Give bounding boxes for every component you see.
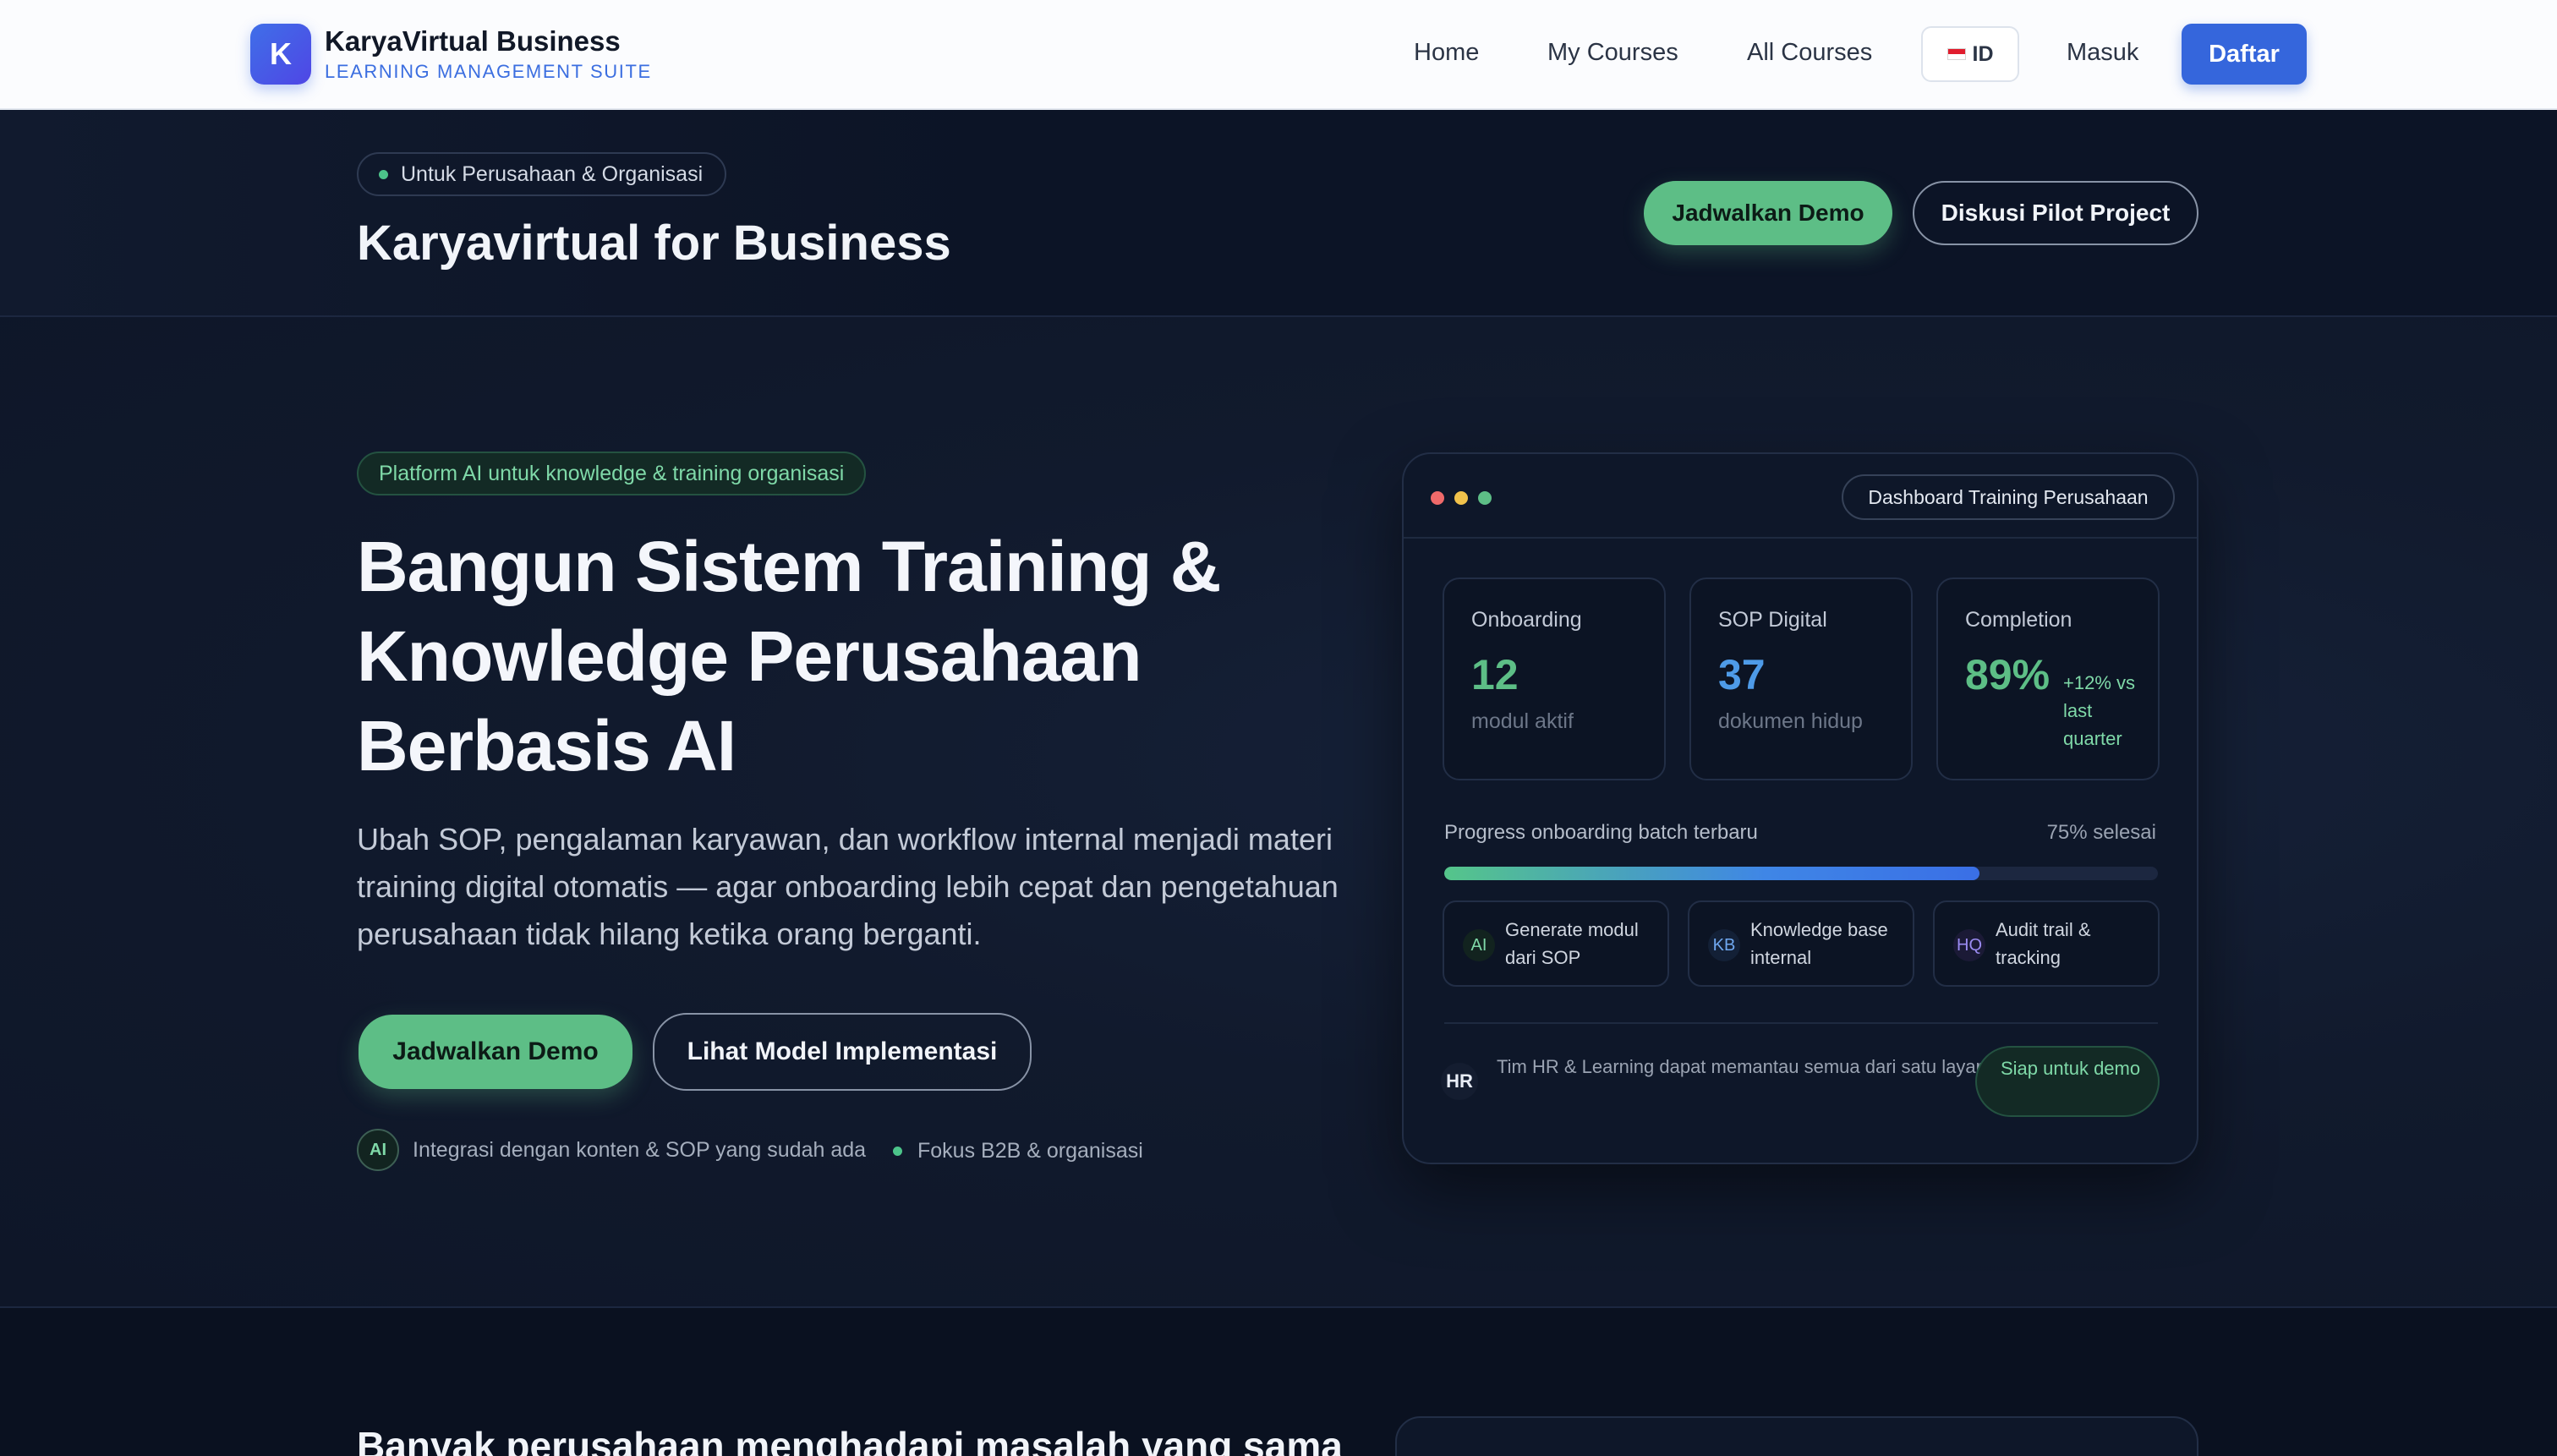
- nav-link-my-courses[interactable]: My Courses: [1547, 39, 1678, 67]
- feature-card-text: Audit trail & tracking: [1996, 919, 2091, 968]
- indonesia-flag-icon: [1946, 48, 1966, 60]
- header-schedule-demo-button[interactable]: Jadwalkan Demo: [1644, 181, 1892, 245]
- language-label: ID: [1972, 41, 1994, 66]
- progress-bar-fill: [1444, 867, 1979, 880]
- stat-sub: dokumen hidup: [1718, 709, 1863, 733]
- dashboard-label: Dashboard Training Perusahaan: [1842, 474, 2175, 520]
- hero-schedule-demo-button[interactable]: Jadwalkan Demo: [359, 1015, 632, 1089]
- stat-sub: modul aktif: [1471, 709, 1574, 733]
- stat-card-completion: Completion 89% +12% vs last quarter: [1936, 577, 2160, 780]
- hero-implementation-model-button[interactable]: Lihat Model Implementasi: [653, 1013, 1032, 1091]
- stat-label: Completion: [1965, 608, 2072, 632]
- hero-title: Bangun Sistem Training & Knowledge Perus…: [357, 522, 1372, 791]
- audience-badge-label: Untuk Perusahaan & Organisasi: [401, 161, 704, 186]
- stat-card-sop-digital: SOP Digital 37 dokumen hidup: [1689, 577, 1913, 780]
- hero-feature-text: Integrasi dengan konten & SOP yang sudah…: [413, 1137, 867, 1162]
- login-link[interactable]: Masuk: [2067, 39, 2138, 67]
- ready-for-demo-badge: Siap untuk demo: [1975, 1046, 2160, 1117]
- business-header: Untuk Perusahaan & Organisasi Karyavirtu…: [0, 110, 2557, 317]
- hero-feature-integration: AI Integrasi dengan konten & SOP yang su…: [357, 1129, 866, 1171]
- hq-chip-icon: HQ: [1953, 929, 1985, 961]
- dashboard-titlebar: Dashboard Training Perusahaan: [1404, 454, 2197, 539]
- hero-feature-b2b: Fokus B2B & organisasi: [893, 1139, 1143, 1163]
- stat-label: SOP Digital: [1718, 608, 1827, 632]
- language-switcher[interactable]: ID: [1921, 26, 2019, 82]
- dashboard-divider: [1444, 1022, 2158, 1024]
- window-maximize-dot-icon: [1478, 491, 1492, 505]
- ai-chip-icon: AI: [1463, 929, 1495, 961]
- kb-chip-icon: KB: [1708, 929, 1740, 961]
- stat-value: 37: [1718, 651, 1766, 698]
- progress-percent: 75% selesai: [2046, 821, 2156, 844]
- nav-link-all-courses[interactable]: All Courses: [1747, 39, 1872, 67]
- hero-title-line: Knowledge Perusahaan: [357, 616, 1142, 696]
- feature-card-text: Generate modul dari SOP: [1505, 919, 1639, 968]
- header-pilot-project-button[interactable]: Diskusi Pilot Project: [1913, 181, 2198, 245]
- hero-description: Ubah SOP, pengalaman karyawan, dan workf…: [357, 822, 1339, 951]
- audience-badge: Untuk Perusahaan & Organisasi: [357, 152, 727, 196]
- business-title: Karyavirtual for Business: [357, 216, 951, 271]
- window-minimize-dot-icon: [1454, 491, 1468, 505]
- ai-chip-icon: AI: [357, 1129, 399, 1171]
- hero-title-line: Bangun Sistem Training &: [357, 527, 1221, 606]
- feature-card-knowledge-base: KB Knowledge base internal: [1688, 900, 1914, 987]
- brand-name[interactable]: KaryaVirtual Business: [325, 25, 621, 57]
- top-navbar: K KaryaVirtual Business LEARNING MANAGEM…: [0, 0, 2557, 110]
- feature-card-text: Knowledge base internal: [1750, 919, 1888, 968]
- problem-section-title: Banyak perusahaan menghadapi masalah yan…: [357, 1424, 1343, 1456]
- problem-section-card: [1395, 1416, 2198, 1456]
- nav-link-home[interactable]: Home: [1414, 39, 1479, 67]
- feature-card-audit-trail: HQ Audit trail & tracking: [1933, 900, 2160, 987]
- hero-title-line: Berbasis AI: [357, 706, 736, 785]
- stat-value: 89%: [1965, 651, 2051, 698]
- stat-delta: +12% vs last quarter: [2063, 672, 2135, 749]
- hero-badge: Platform AI untuk knowledge & training o…: [357, 452, 867, 495]
- brand-tagline: LEARNING MANAGEMENT SUITE: [325, 61, 652, 82]
- stat-card-onboarding: Onboarding 12 modul aktif: [1443, 577, 1666, 780]
- green-dot-icon: [893, 1147, 902, 1156]
- window-close-dot-icon: [1431, 491, 1444, 505]
- hr-chip-icon: HR: [1441, 1063, 1478, 1100]
- stat-label: Onboarding: [1471, 608, 1582, 632]
- status-dot-icon: [379, 170, 388, 179]
- hero-feature-text: Fokus B2B & organisasi: [917, 1139, 1143, 1163]
- stat-value: 12: [1471, 651, 1519, 698]
- signup-button[interactable]: Daftar: [2182, 24, 2307, 85]
- hr-description: Tim HR & Learning dapat memantau semua d…: [1497, 1056, 1986, 1077]
- feature-card-generate-module: AI Generate modul dari SOP: [1443, 900, 1669, 987]
- brand-logo[interactable]: K: [250, 24, 311, 85]
- progress-bar: [1444, 867, 2158, 880]
- problem-section: Banyak perusahaan menghadapi masalah yan…: [0, 1308, 2557, 1456]
- dashboard-preview-card: Dashboard Training Perusahaan Onboarding…: [1402, 452, 2198, 1164]
- hero-section: Platform AI untuk knowledge & training o…: [0, 317, 2557, 1308]
- progress-label: Progress onboarding batch terbaru: [1444, 821, 1758, 844]
